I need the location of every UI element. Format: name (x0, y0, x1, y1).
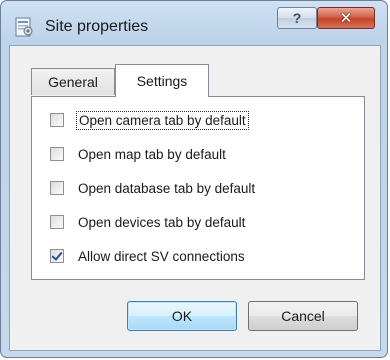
tab-settings-label: Settings (136, 73, 188, 89)
help-button[interactable]: ? (277, 7, 317, 29)
site-properties-icon (15, 17, 33, 37)
option-label[interactable]: Open devices tab by default (76, 214, 247, 231)
open-database-tab-checkbox[interactable] (50, 181, 64, 195)
tab-general-label: General (48, 74, 98, 90)
settings-panel: Open camera tab by default Open map tab … (31, 96, 365, 280)
help-icon: ? (292, 10, 302, 26)
ok-button[interactable]: OK (127, 301, 237, 331)
option-label[interactable]: Open camera tab by default (76, 110, 249, 130)
option-label[interactable]: Open database tab by default (76, 180, 257, 197)
site-properties-dialog: Site properties ? ✕ General Settings Ope… (0, 0, 388, 358)
option-label[interactable]: Allow direct SV connections (76, 248, 247, 265)
open-map-tab-checkbox[interactable] (50, 147, 64, 161)
option-label[interactable]: Open map tab by default (76, 146, 228, 163)
title-bar[interactable]: Site properties ? ✕ (1, 1, 387, 45)
allow-direct-sv-checkbox[interactable] (50, 249, 64, 263)
close-button[interactable]: ✕ (317, 7, 375, 29)
option-open-camera-tab[interactable]: Open camera tab by default (50, 109, 249, 131)
close-icon: ✕ (339, 10, 353, 27)
option-open-map-tab[interactable]: Open map tab by default (50, 143, 228, 165)
tab-settings[interactable]: Settings (115, 64, 209, 97)
open-devices-tab-checkbox[interactable] (50, 215, 64, 229)
option-open-database-tab[interactable]: Open database tab by default (50, 177, 257, 199)
dialog-title: Site properties (45, 18, 149, 35)
dialog-body: General Settings Open camera tab by defa… (9, 45, 381, 351)
tab-general[interactable]: General (31, 68, 115, 95)
open-camera-tab-checkbox[interactable] (50, 113, 64, 127)
cancel-button[interactable]: Cancel (248, 301, 358, 331)
option-open-devices-tab[interactable]: Open devices tab by default (50, 211, 247, 233)
option-allow-direct-sv[interactable]: Allow direct SV connections (50, 245, 247, 267)
